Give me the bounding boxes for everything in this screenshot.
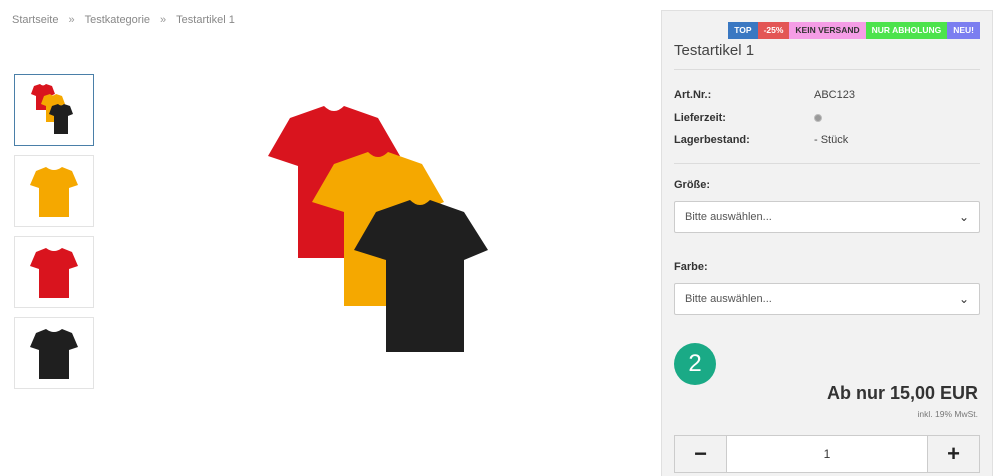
breadcrumb: Startseite » Testkategorie » Testartikel… (12, 14, 235, 26)
delivery-status-icon (814, 114, 822, 122)
breadcrumb-separator: » (68, 14, 75, 26)
tax-note: inkl. 19% MwSt. (917, 409, 978, 419)
thumbnail-list (14, 74, 94, 398)
size-label: Größe: (674, 179, 711, 191)
quantity-input[interactable]: 1 (727, 436, 927, 472)
spec-label: Art.Nr.: (674, 89, 712, 101)
thumbnail-black[interactable] (14, 317, 94, 389)
spec-delivery: Lieferzeit: (674, 112, 974, 125)
spec-art-nr: Art.Nr.: ABC123 (674, 89, 974, 101)
thumbnail-red[interactable] (14, 236, 94, 308)
chevron-down-icon: ⌄ (958, 292, 969, 306)
badge-discount: -25% (757, 22, 790, 39)
tshirt-yellow-image (30, 167, 78, 217)
color-select-value: Bitte auswählen... (685, 293, 772, 305)
main-product-image[interactable] (262, 100, 492, 360)
quantity-stepper: − 1 + (674, 435, 980, 473)
spec-stock: Lagerbestand: - Stück (674, 134, 974, 146)
product-info-panel: TOP -25% KEIN VERSAND NUR ABHOLUNG NEU! … (661, 10, 993, 476)
divider (674, 69, 980, 70)
color-label: Farbe: (674, 261, 708, 273)
spec-value: ABC123 (814, 89, 855, 101)
divider (674, 163, 980, 164)
product-price: Ab nur 15,00 EUR (826, 383, 978, 403)
step-number-badge: 2 (674, 343, 716, 385)
tshirt-group-image (268, 106, 488, 352)
thumbnail-group[interactable] (14, 74, 94, 146)
badge-new: NEU! (947, 22, 980, 39)
spec-label: Lagerbestand: (674, 134, 750, 146)
spec-value: - Stück (814, 134, 849, 146)
size-select-value: Bitte auswählen... (685, 211, 772, 223)
product-badges: TOP -25% KEIN VERSAND NUR ABHOLUNG NEU! (728, 22, 980, 39)
tshirt-black-image (30, 329, 78, 379)
badge-pickup-only: NUR ABHOLUNG (865, 22, 948, 39)
breadcrumb-category-link[interactable]: Testkategorie (85, 14, 150, 26)
spec-label: Lieferzeit: (674, 112, 726, 124)
breadcrumb-separator: » (160, 14, 167, 26)
breadcrumb-current: Testartikel 1 (176, 14, 235, 26)
product-title: Testartikel 1 (674, 42, 755, 59)
breadcrumb-home-link[interactable]: Startseite (12, 14, 58, 26)
badge-top: TOP (728, 22, 758, 39)
tshirt-group-image (31, 84, 73, 134)
color-select[interactable]: Bitte auswählen... ⌄ (674, 283, 980, 315)
quantity-decrease-button[interactable]: − (675, 436, 727, 472)
quantity-increase-button[interactable]: + (927, 436, 979, 472)
badge-no-shipping: KEIN VERSAND (789, 22, 866, 39)
size-select[interactable]: Bitte auswählen... ⌄ (674, 201, 980, 233)
tshirt-red-image (30, 248, 78, 298)
thumbnail-yellow[interactable] (14, 155, 94, 227)
chevron-down-icon: ⌄ (958, 210, 969, 224)
